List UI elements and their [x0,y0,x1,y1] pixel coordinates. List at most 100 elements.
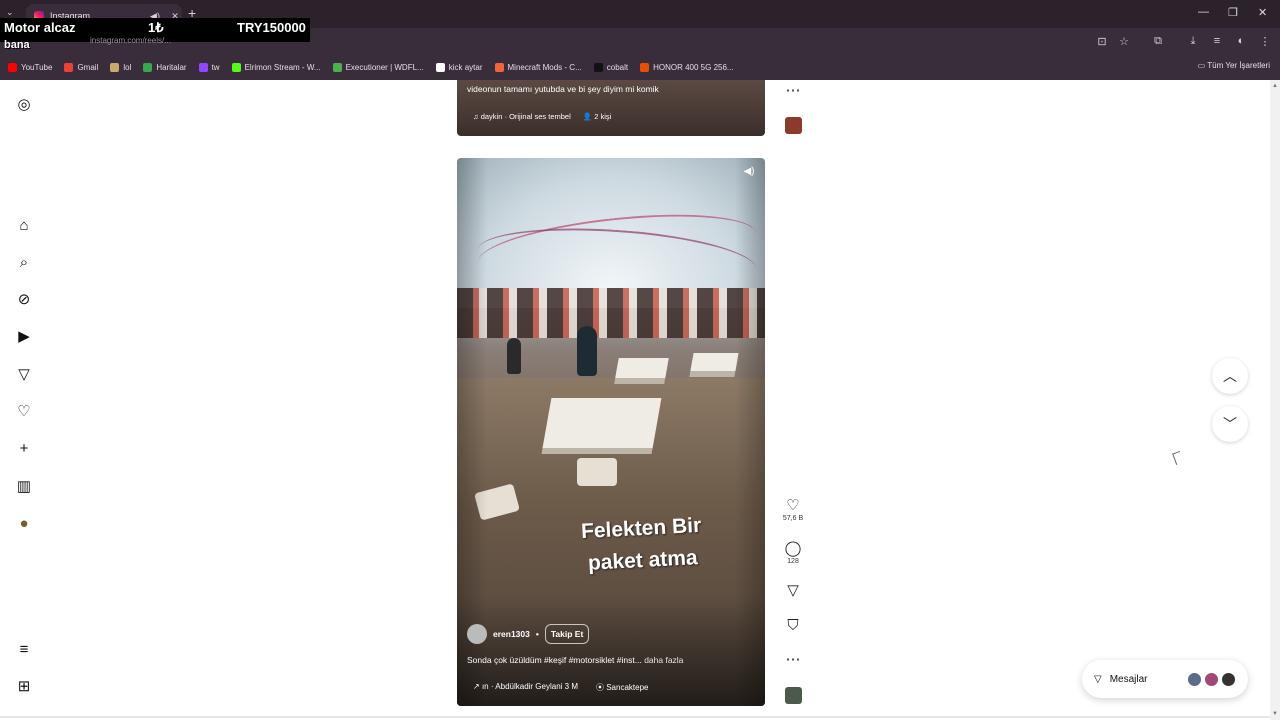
reels-icon[interactable]: ▶ [15,327,33,345]
bookmark-label: YouTube [21,62,53,72]
bookmark-item[interactable]: HONOR 400 5G 256... [640,62,734,72]
more-button[interactable]: daha fazla [644,655,683,665]
explore-icon[interactable]: ⊘ [15,290,33,308]
messages-icon[interactable]: ▽ [15,365,33,383]
more-icon: ⋯ [785,651,801,668]
reel-frame-table [615,358,669,378]
instagram-logo-icon[interactable]: ◎ [15,95,33,113]
bookmark-star-icon[interactable]: ☆ [1116,35,1132,48]
browser-chrome: ⌄ Instagram ◀) ✕ + — ❐ ✕ Motor alcaz 1₺ … [0,0,1280,80]
bookmark-label: tw [211,62,220,72]
share-button[interactable]: ▽ [782,582,804,600]
page-bottom-divider [0,716,1270,718]
comment-count: 128 [787,558,799,565]
bookmark-item[interactable]: Executioner | WDFL... [332,62,424,72]
scroll-down-icon[interactable]: ▼ [1272,711,1278,717]
avatar [1187,671,1202,687]
bookmark-favicon-icon [143,62,153,72]
bookmark-favicon-icon [8,62,17,72]
reel-frame-person [507,338,521,374]
previous-post[interactable]: videonun tamamı yutubda ve bi şey diyim … [457,80,765,136]
bookmark-item[interactable]: cobalt [593,62,629,72]
previous-post-more-icon[interactable]: ⋯ [782,82,804,100]
next-reel-button[interactable]: ﹀ [1212,406,1248,442]
bookmark-label: Minecraft Mods - C... [507,62,582,72]
previous-post-people-label: 2 kişi [594,112,612,121]
bookmark-label: Executioner | WDFL... [345,62,424,72]
bookmark-item[interactable]: lol [110,62,132,72]
avatar [1204,671,1219,687]
reel-overlay-text: Felekten Bir paket atma [580,513,702,575]
reel-audio[interactable]: ↗ ın · Abdülkadir Geylani 3 M [473,682,578,693]
create-icon[interactable]: + [15,439,33,457]
bookmark-item[interactable]: Gmail [64,62,99,72]
bookmark-item[interactable]: Minecraft Mods - C... [494,62,582,72]
author-username[interactable]: eren1303 [493,629,530,639]
profile-avatar[interactable]: ● [15,514,33,532]
author-avatar[interactable] [467,624,487,644]
comment-button[interactable]: ◯ 128 [782,540,804,565]
all-bookmarks-label: Tüm Yer İşaretleri [1207,61,1270,70]
bookmark-item[interactable]: YouTube [8,62,53,72]
notifications-icon[interactable]: ♡ [15,402,33,420]
bookmark-item[interactable]: Elrimon Stream - W... [231,62,321,72]
window-close-icon[interactable]: ✕ [1258,6,1267,19]
heart-icon: ♡ [786,497,800,514]
reel-frame-chair [577,458,617,486]
minimize-icon[interactable]: — [1198,6,1209,18]
address-bar[interactable]: instagram.com/reels/... [80,33,340,49]
search-icon[interactable]: ⌕ [15,253,33,271]
bookmark-label: lol [123,62,132,72]
bookmark-label: Haritalar [156,62,187,72]
install-app-icon[interactable]: ⊡ [1094,35,1110,48]
bookmark-item[interactable]: kick aytar [435,62,483,72]
extensions-icon[interactable]: ⧉ [1150,35,1166,48]
previous-post-audio-thumb[interactable] [785,117,802,134]
also-from-meta-icon[interactable]: ⊞ [15,677,33,695]
reel-location-label: Sancaktepe [606,683,649,692]
like-button[interactable]: ♡ 57,6 B [782,497,804,522]
profile-icon[interactable]: ◐ [1233,35,1249,47]
dashboard-icon[interactable]: ▥ [15,477,33,495]
bookmark-label: Elrimon Stream - W... [244,62,321,72]
send-icon: ▽ [787,582,799,599]
bookmark-favicon-icon [593,62,603,72]
page-scrollbar[interactable]: ▲ ▼ [1270,80,1280,720]
reel-video[interactable]: ◀) Felekten Bir paket atma eren1303 • Ta… [457,158,765,706]
bookmark-label: Gmail [77,62,99,72]
reel-frame-table [690,353,739,371]
save-button[interactable]: ⛉ [782,617,804,635]
previous-post-audio[interactable]: ♫ daykin · Orijinal ses tembel [473,112,571,121]
previous-post-caption: videonun tamamı yutubda ve bi şey diyim … [467,84,659,94]
previous-reel-button[interactable]: ︿ [1212,358,1248,394]
follow-button[interactable]: Takip Et [544,624,590,644]
home-icon[interactable]: ⌂ [15,216,33,234]
media-control-icon[interactable]: ≡ [1209,35,1225,47]
bookmark-favicon-icon [64,62,74,72]
restore-icon[interactable]: ❐ [1228,6,1238,19]
bookmark-favicon-icon [332,62,342,72]
reel-location[interactable]: ⦿ Sancaktepe [596,682,649,693]
tab-search-icon[interactable]: ⌄ [6,7,14,18]
author-separator: • [535,629,539,639]
stream-overlay-text-1: Motor alcaz [4,20,76,35]
downloads-icon[interactable]: ⤓ [1185,35,1201,48]
avatar [1221,671,1236,687]
bookmark-favicon-icon [435,62,445,72]
bookmark-label: cobalt [606,62,629,72]
like-count: 57,6 B [782,515,804,522]
sound-icon[interactable]: ◀) [741,166,757,182]
messages-button[interactable]: ▽ Mesajlar [1082,660,1248,698]
scroll-up-icon[interactable]: ▲ [1272,83,1278,89]
more-menu-icon[interactable]: ≡ [15,640,33,658]
more-options-button[interactable]: ⋯ [782,651,804,669]
bookmark-item[interactable]: tw [198,62,220,72]
bookmark-item[interactable]: Haritalar [143,62,187,72]
browser-menu-icon[interactable]: ⋮ [1257,35,1273,48]
reel-frame-table [542,398,662,448]
bookmark-favicon-icon [640,62,650,72]
stream-overlay-text-4: bana [4,39,30,51]
all-bookmarks-button[interactable]: ▭ Tüm Yer İşaretleri [1198,61,1270,70]
audio-thumbnail[interactable] [785,687,802,704]
previous-post-people[interactable]: 👤 2 kişi [583,112,612,121]
